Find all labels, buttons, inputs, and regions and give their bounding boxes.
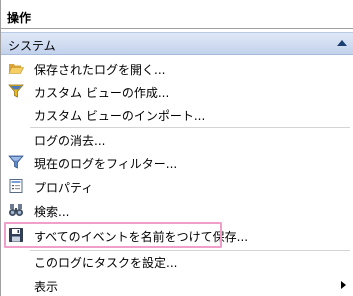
binoculars-icon — [8, 202, 24, 218]
actions-pane-title: 操作 — [1, 0, 353, 29]
filter-icon — [8, 154, 24, 170]
action-clear-log[interactable]: ログの消去... — [1, 128, 353, 150]
section-header-system[interactable]: システム — [1, 32, 353, 55]
action-label: 表示 — [34, 280, 59, 294]
action-import-custom-view[interactable]: カスタム ビューのインポート... — [1, 103, 353, 125]
action-create-custom-view[interactable]: カスタム ビューの作成... — [1, 80, 353, 102]
action-label: 保存されたログを開く... — [34, 63, 166, 77]
action-label: ログの消去... — [34, 134, 106, 148]
action-label: 検索... — [34, 205, 70, 219]
section-title: システム — [8, 39, 56, 53]
action-label: 現在のログをフィルター... — [34, 157, 178, 171]
collapse-arrow-icon[interactable] — [337, 40, 347, 46]
folder-open-icon — [8, 60, 24, 76]
submenu-arrow-icon — [341, 281, 346, 289]
action-label: カスタム ビューのインポート... — [34, 109, 206, 123]
properties-icon — [8, 178, 24, 194]
actions-pane: 操作 システム 保存されたログを開く... カスタム ビューの作成... カスタ… — [0, 0, 353, 296]
action-attach-task[interactable]: このログにタスクを設定... — [1, 250, 353, 272]
action-label: プロパティ — [34, 181, 94, 195]
action-label: このログにタスクを設定... — [34, 256, 178, 270]
action-open-saved-log[interactable]: 保存されたログを開く... — [1, 57, 353, 79]
filter-icon — [8, 83, 24, 99]
action-filter-current-log[interactable]: 現在のログをフィルター... — [1, 151, 353, 173]
action-label: カスタム ビューの作成... — [34, 86, 170, 100]
action-view-menu[interactable]: 表示 — [1, 274, 353, 296]
highlight-box — [4, 222, 222, 248]
action-properties[interactable]: プロパティ — [1, 175, 353, 197]
action-find[interactable]: 検索... — [1, 199, 353, 221]
